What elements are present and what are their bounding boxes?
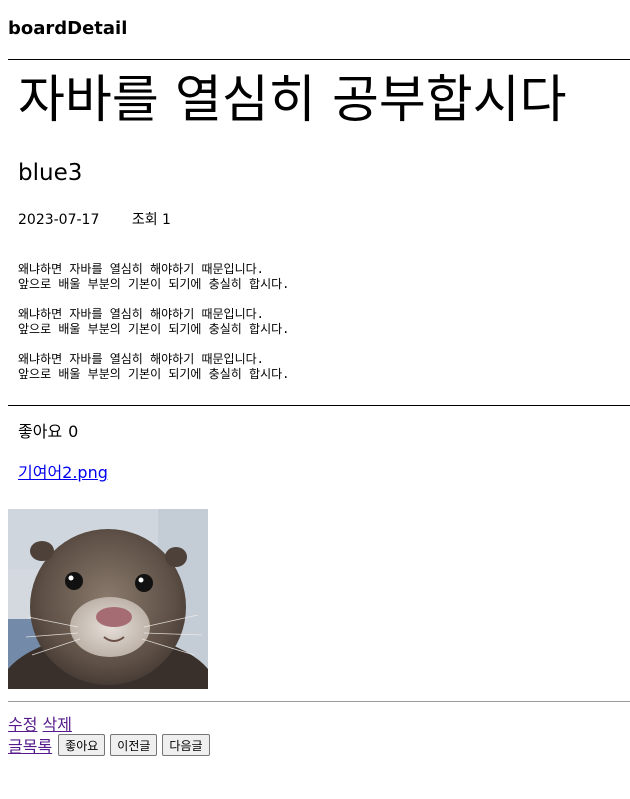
next-post-button[interactable]: 다음글 — [162, 734, 210, 756]
likes-label: 좋아요 — [18, 422, 63, 441]
nav-actions: 글목록 좋아요 이전글 다음글 — [8, 733, 215, 757]
views-count: 1 — [162, 212, 171, 228]
attachment-link[interactable]: 기여어2.png — [18, 459, 108, 483]
post-content: 왜냐하면 자바를 열심히 해야하기 때문입니다. 앞으로 배울 부분의 기본이 … — [18, 262, 289, 397]
divider — [8, 405, 630, 406]
content-paragraph: 왜냐하면 자바를 열심히 해야하기 때문입니다. 앞으로 배울 부분의 기본이 … — [18, 262, 290, 291]
content-paragraph: 왜냐하면 자바를 열심히 해야하기 때문입니다. 앞으로 배울 부분의 기본이 … — [18, 352, 290, 381]
post-date: 2023-07-17 — [18, 212, 100, 228]
likes-count: 0 — [68, 422, 79, 441]
like-button[interactable]: 좋아요 — [58, 734, 106, 756]
post-views: 조회 1 — [132, 212, 171, 228]
content-paragraph: 왜냐하면 자바를 열심히 해야하기 때문입니다. 앞으로 배울 부분의 기본이 … — [18, 307, 290, 336]
views-label: 조회 — [131, 212, 158, 228]
edit-actions: 수정 삭제 — [8, 711, 72, 735]
post-meta: 2023-07-17 조회 1 — [18, 209, 171, 229]
post-author: blue3 — [18, 160, 83, 186]
divider — [8, 701, 630, 702]
attachment-image — [8, 509, 208, 689]
edit-link[interactable]: 수정 — [8, 715, 37, 734]
likes-display: 좋아요 0 — [18, 418, 78, 442]
list-link[interactable]: 글목록 — [8, 733, 52, 757]
page-title: boardDetail — [8, 18, 128, 39]
divider — [8, 59, 630, 60]
prev-post-button[interactable]: 이전글 — [110, 734, 158, 756]
delete-link[interactable]: 삭제 — [43, 715, 72, 734]
post-title: 자바를 열심히 공부합시다 — [18, 71, 567, 130]
